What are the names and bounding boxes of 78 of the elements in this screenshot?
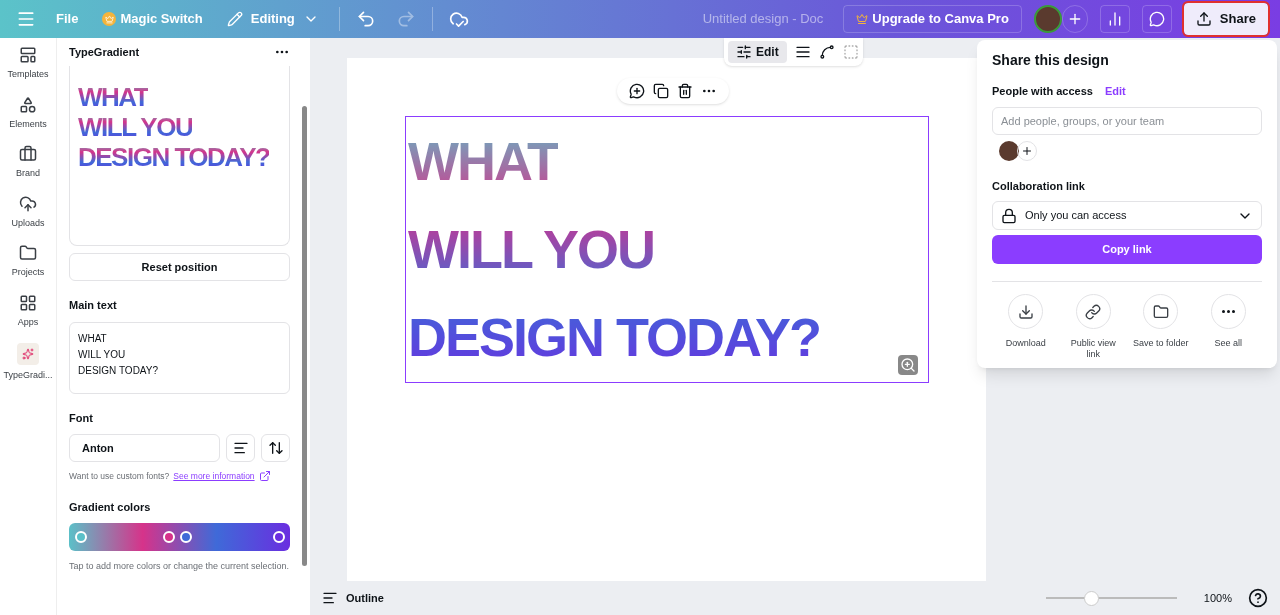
share-action-label: See all — [1213, 338, 1243, 349]
app-logo-icon — [17, 343, 39, 365]
section-label: Collaboration link — [992, 178, 1086, 194]
cloud-upload-icon — [19, 194, 37, 213]
line-spacing-button[interactable] — [261, 434, 290, 462]
rail-item[interactable]: Brand — [1, 145, 55, 181]
font-hint: Want to use custom fonts? — [69, 470, 170, 483]
upgrade-button[interactable]: Upgrade to Canva Pro — [843, 5, 1022, 33]
insights-button[interactable] — [1099, 5, 1130, 33]
zoom-in-icon[interactable] — [898, 355, 918, 375]
more-info-link[interactable]: See more information — [173, 470, 255, 483]
undo-icon[interactable] — [355, 9, 376, 29]
rail-item[interactable]: Uploads — [1, 194, 55, 230]
gradient-stop[interactable] — [163, 531, 175, 544]
section-label: People with access — [992, 84, 1093, 99]
section-label: Gradient colors — [69, 499, 152, 515]
folder-icon — [19, 244, 37, 262]
outline-button[interactable]: Outline — [322, 589, 384, 607]
pencil-icon — [226, 11, 243, 27]
avatar[interactable] — [1033, 5, 1062, 33]
download-icon — [1017, 303, 1034, 320]
upload-icon — [1195, 11, 1212, 27]
gradient-stop[interactable] — [180, 531, 192, 544]
add-people-field[interactable]: Add people, groups, or your team — [992, 106, 1262, 135]
line-weight-icon[interactable] — [794, 44, 811, 60]
link-icon — [1085, 303, 1102, 320]
edit-link[interactable]: Edit — [1104, 83, 1126, 100]
comment-button[interactable] — [1141, 5, 1172, 33]
gradient-bar[interactable] — [69, 523, 290, 552]
share-action-label: Public view link — [1069, 338, 1117, 360]
briefcase-icon — [19, 145, 37, 163]
speech-bubble-icon — [1148, 11, 1165, 27]
dots-icon — [1221, 310, 1235, 313]
main-text-field[interactable]: WHAT WILL YOU DESIGN TODAY? — [69, 321, 290, 394]
popover-title: Share this design — [992, 51, 1110, 70]
crown-icon — [856, 13, 869, 25]
gradient-hint: Tap to add more colors or change the current selection. — [69, 560, 290, 574]
dropdown-value: Only you can access — [1025, 208, 1128, 224]
plus-icon — [1021, 144, 1033, 157]
section-label: Main text — [69, 298, 118, 313]
rail-item[interactable]: Templates — [1, 46, 55, 82]
copy-link-button[interactable]: Copy link — [992, 235, 1262, 264]
zoom-slider-thumb[interactable] — [1084, 590, 1100, 606]
shapes-icon — [19, 95, 37, 114]
help-icon[interactable] — [1248, 588, 1268, 608]
avatar — [999, 140, 1019, 161]
share-action-label: Save to folder — [1131, 338, 1190, 349]
text-box-selection[interactable]: WHAT WILL YOU DESIGN TODAY? — [405, 116, 929, 383]
cloud-saved-icon[interactable] — [448, 9, 469, 29]
edit-button[interactable]: Edit — [728, 41, 787, 63]
grid-icon — [19, 293, 37, 312]
rail-item[interactable]: Apps — [1, 293, 55, 329]
reset-position-button[interactable]: Reset position — [69, 253, 290, 281]
gradient-stop[interactable] — [273, 531, 285, 544]
share-action-label: Download — [1004, 338, 1047, 349]
delete-icon[interactable] — [677, 83, 693, 99]
rail-item[interactable]: TypeGradi... — [1, 343, 55, 383]
rail-item[interactable]: Elements — [1, 95, 55, 131]
zoom-reading[interactable]: 100% — [1203, 589, 1232, 607]
duplicate-icon[interactable] — [653, 83, 669, 99]
rail-item[interactable]: Projects — [1, 244, 55, 280]
lines-icon — [322, 590, 338, 606]
align-button[interactable] — [226, 434, 255, 462]
comment-add-icon[interactable] — [629, 83, 645, 99]
external-link-icon[interactable] — [258, 470, 271, 483]
share-button[interactable]: Share — [1183, 3, 1268, 35]
section-label: Font — [69, 410, 94, 426]
folder-icon — [1152, 303, 1169, 320]
layout-icon — [19, 46, 37, 64]
align-left-icon — [232, 440, 249, 456]
lock-icon — [1001, 207, 1017, 224]
up-down-arrows-icon — [267, 440, 284, 456]
access-dropdown[interactable]: Only you can access — [992, 201, 1262, 230]
sliders-icon — [736, 44, 752, 60]
crown-icon — [102, 12, 117, 26]
curve-icon[interactable] — [818, 44, 835, 60]
font-field[interactable]: Anton — [69, 434, 220, 462]
panel-title: TypeGradient — [69, 44, 140, 60]
